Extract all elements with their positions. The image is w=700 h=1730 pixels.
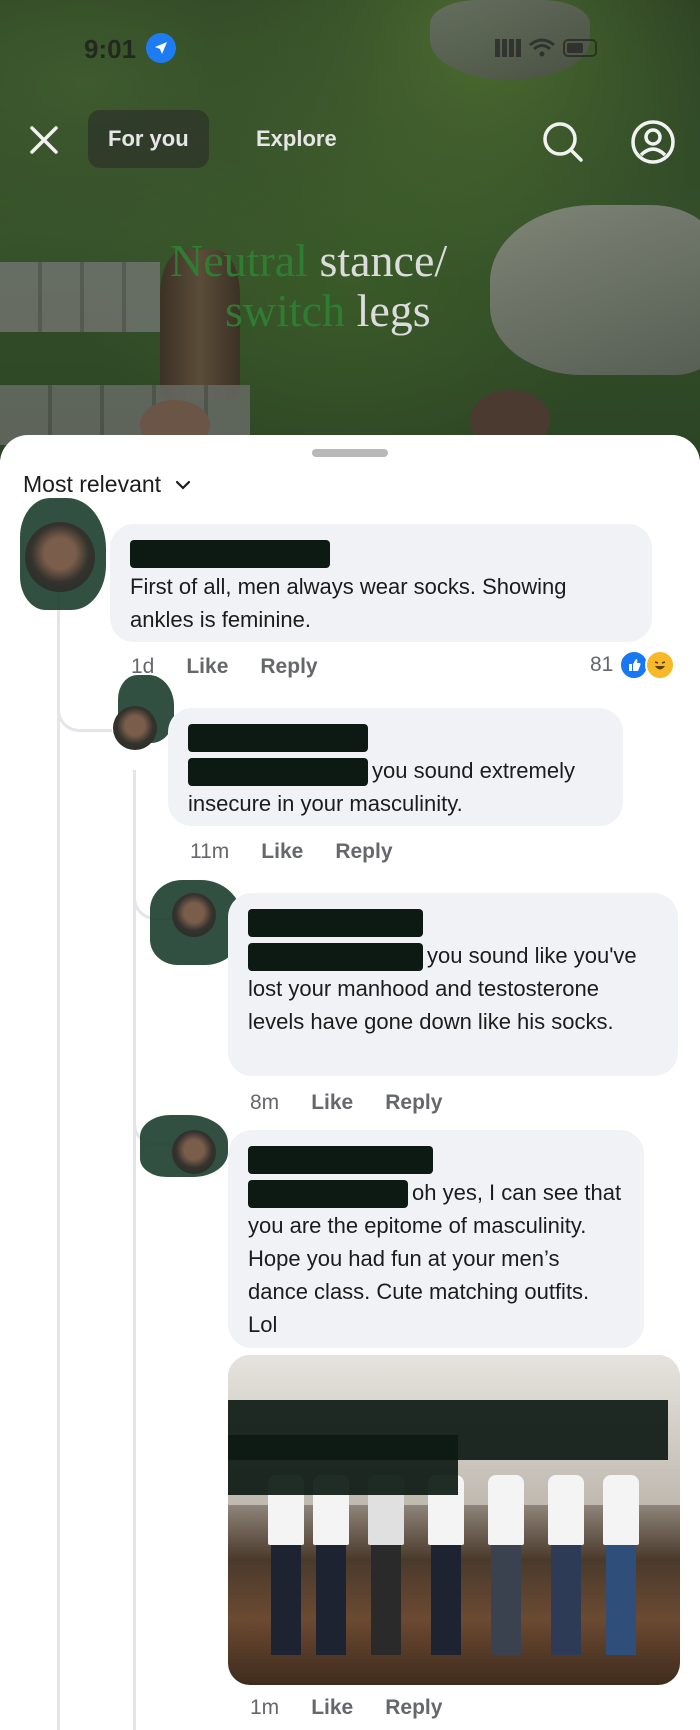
signal-icon — [495, 39, 521, 57]
caption-text: legs — [345, 285, 431, 336]
comment-bubble: you sound like you've lost your manhood … — [228, 893, 678, 1076]
person-figure-detail — [428, 1475, 464, 1655]
redacted-username — [188, 724, 368, 752]
video-caption: Neutral stance/ switch legs — [170, 236, 570, 336]
reply-button[interactable]: Reply — [335, 840, 392, 864]
comment-text: First of all, men always wear socks. Sho… — [130, 574, 567, 632]
thread-line — [57, 590, 60, 1730]
tab-explore[interactable]: Explore — [236, 110, 357, 168]
redacted-username — [130, 540, 330, 568]
search-button[interactable] — [540, 119, 586, 165]
status-icons — [495, 38, 597, 58]
reaction-count: 81 — [590, 653, 614, 676]
avatar[interactable] — [172, 893, 216, 937]
stone-wall-detail — [0, 262, 160, 332]
comment-actions: 1d Like Reply — [131, 655, 318, 679]
reply-button[interactable]: Reply — [385, 1091, 442, 1115]
comment-bubble: oh yes, I can see that you are the epito… — [228, 1130, 644, 1348]
person-figure-detail — [268, 1475, 304, 1655]
sheet-drag-handle[interactable] — [312, 449, 388, 457]
comment-time: 8m — [250, 1091, 280, 1114]
avatar[interactable] — [172, 1130, 216, 1174]
redacted-mention — [248, 1180, 408, 1209]
like-button[interactable]: Like — [311, 1091, 353, 1115]
redacted-username — [248, 1146, 433, 1174]
wifi-icon — [529, 38, 555, 57]
comment-actions: 1m Like Reply — [250, 1696, 442, 1720]
caption-text: stance/ — [307, 235, 448, 286]
caption-text-green: Neutral — [170, 235, 308, 286]
person-figure-detail — [603, 1475, 639, 1655]
search-icon — [543, 122, 583, 162]
redacted-mention — [188, 758, 368, 787]
battery-icon — [563, 39, 597, 57]
comment-photo-attachment[interactable] — [228, 1355, 680, 1685]
person-figure-detail — [313, 1475, 349, 1655]
person-figure-detail — [548, 1475, 584, 1655]
reply-button[interactable]: Reply — [385, 1696, 442, 1720]
redacted-username — [248, 909, 423, 937]
thread-line — [133, 770, 136, 1730]
tab-for-you[interactable]: For you — [88, 110, 209, 168]
sort-label: Most relevant — [23, 471, 162, 497]
thread-branch — [57, 690, 112, 732]
comment-time: 1m — [250, 1696, 280, 1719]
profile-button[interactable] — [630, 119, 676, 165]
person-figure-detail — [368, 1475, 404, 1655]
like-button[interactable]: Like — [311, 1696, 353, 1720]
photo-redaction-bar — [228, 1435, 458, 1495]
comment-time: 11m — [190, 840, 230, 863]
like-button[interactable]: Like — [261, 840, 303, 864]
redacted-mention — [248, 943, 423, 972]
caption-text-green: switch — [225, 285, 346, 336]
comment-bubble: First of all, men always wear socks. Sho… — [110, 524, 652, 642]
close-icon — [30, 126, 58, 154]
avatar[interactable] — [113, 706, 157, 750]
profile-icon — [631, 120, 675, 164]
reaction-summary[interactable]: 81 — [590, 650, 676, 680]
like-button[interactable]: Like — [186, 655, 228, 679]
sort-dropdown[interactable]: Most relevant — [23, 471, 191, 498]
avatar[interactable] — [25, 522, 95, 592]
comment-bubble: you sound extremely insecure in your mas… — [168, 708, 623, 826]
reply-button[interactable]: Reply — [260, 655, 317, 679]
comment-actions: 11m Like Reply — [190, 840, 393, 864]
video-background: 9:01 For you Explore Neutral stance/ swi… — [0, 0, 700, 460]
close-button[interactable] — [24, 120, 64, 160]
comment-actions: 8m Like Reply — [250, 1091, 442, 1115]
haha-reaction-icon — [645, 650, 676, 680]
status-time: 9:01 — [84, 34, 137, 64]
chevron-down-icon — [175, 480, 191, 490]
person-figure-detail — [488, 1475, 524, 1655]
location-arrow-icon — [146, 33, 176, 63]
